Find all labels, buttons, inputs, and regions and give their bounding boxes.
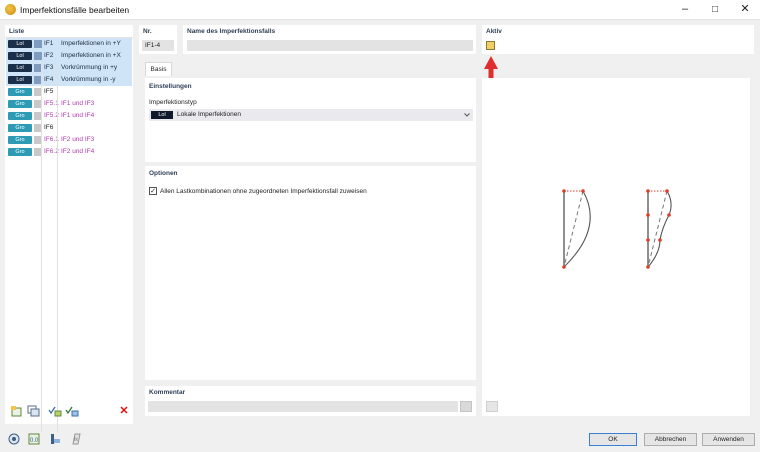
preview-panel [482,78,750,416]
units-icon[interactable]: 0.0 [28,433,40,445]
copy-item-icon[interactable] [27,405,41,417]
list-column-divider [41,62,42,432]
minimize-button[interactable]: – [670,0,700,20]
list-column-divider [57,62,58,432]
options-header: Optionen [149,170,178,177]
list-item[interactable]: Lol IF4 Vorkrümmung in -y [6,74,132,86]
list-item[interactable]: Gro IF5.2 IF1 und IF4 [6,110,132,122]
nr-label: Nr. [143,28,152,35]
imperfection-preview [562,189,672,269]
close-button[interactable]: ✕ [730,0,760,20]
imperfection-type-label: Imperfektionstyp [149,99,197,106]
list-item-tag: Gro [8,112,32,120]
window-title: Imperfektionsfälle bearbeiten [20,5,130,15]
aktiv-checkbox[interactable] [486,41,495,50]
cancel-button[interactable]: Abbrechen [644,433,697,446]
type-tag: Lol [151,111,173,119]
comment-library-icon[interactable] [460,401,472,412]
list-item[interactable]: Lol IF1 Imperfektionen in +Y [6,38,132,50]
list-header: Liste [9,28,25,35]
comment-panel: Kommentar [145,386,476,416]
list-item[interactable]: Gro IF6.1 IF2 und IF3 [6,134,132,146]
options-panel: Optionen ✓ Allen Lastkombinationen ohne … [145,166,476,380]
list-item-name: IF1 und IF4 [61,112,95,119]
model-icon[interactable] [49,433,61,445]
new-item-icon[interactable] [10,405,24,417]
list-item-name: IF2 und IF4 [61,148,95,155]
app-icon [5,4,16,15]
delete-icon[interactable]: ✕ [117,405,131,417]
svg-text:0.0: 0.0 [30,438,39,444]
list-item-tag: Lol [8,64,32,72]
chevron-down-icon [464,113,470,117]
list-item[interactable]: Lol IF3 Vorkrümmung in +y [6,62,132,74]
svg-text:fx: fx [74,437,78,443]
settings-panel: Einstellungen Imperfektionstyp Lol Lokal… [145,78,476,162]
type-value: Lokale Imperfektionen [177,111,241,118]
list-item-tag: Lol [8,52,32,60]
list-item-name: Vorkrümmung in -y [61,76,116,83]
aktiv-panel: Aktiv [482,25,754,54]
list-item-tag: Gro [8,100,32,108]
list-item-tag: Lol [8,76,32,84]
check-items-icon[interactable] [48,405,62,417]
list-item-number: IF5 [44,88,54,95]
name-panel: Name des Imperfektionsfalls [183,25,476,54]
list-item[interactable]: Gro IF5.1 IF1 und IF3 [6,98,132,110]
list-panel: Liste Lol IF1 Imperfektionen in +Y Lol IF2 Im… [5,25,133,432]
list-item-color-swatch [34,40,42,48]
maximize-button[interactable]: □ [700,0,730,20]
list-item-tag: Gro [8,148,32,156]
preview-settings-icon[interactable] [486,401,498,412]
list-item-name: Imperfektionen in +X [61,52,121,59]
list-item-tag: Gro [8,124,32,132]
name-label: Name des Imperfektionsfalls [187,28,276,35]
list-item[interactable]: Lol IF2 Imperfektionen in +X [6,50,132,62]
list-item-name: IF2 und IF3 [61,136,95,143]
list-item-number: IF4 [44,76,54,83]
list-item-tag: Lol [8,40,32,48]
list-item-name: Imperfektionen in +Y [61,40,121,47]
list-item-name: IF1 und IF3 [61,100,95,107]
aktiv-label: Aktiv [486,28,502,35]
apply-button[interactable]: Anwenden [702,433,755,446]
list-item[interactable]: Gro IF6.2 IF2 und IF4 [6,146,132,158]
list-item-number: IF2 [44,52,54,59]
help-icon[interactable] [8,433,20,445]
list-item-name: Vorkrümmung in +y [61,64,118,71]
assign-checkbox[interactable]: ✓ [149,187,157,195]
script-icon[interactable]: fx [70,433,82,445]
list-item-tag: Gro [8,136,32,144]
comment-input[interactable] [148,401,458,412]
ok-button[interactable]: OK [589,433,637,446]
list-item-tag: Gro [8,88,32,96]
list-item-number: IF6 [44,124,54,131]
filter-items-icon[interactable] [65,405,79,417]
title-bar: Imperfektionsfälle bearbeiten – □ ✕ [0,0,760,20]
comment-header: Kommentar [149,389,186,396]
list-item-number: IF1 [44,40,54,47]
nr-field[interactable]: IF1-4 [142,40,174,51]
list-item[interactable]: Gro IF6 [6,122,132,134]
settings-header: Einstellungen [149,83,192,90]
nr-panel: Nr. IF1-4 [139,25,177,54]
name-input[interactable] [187,40,473,51]
list-item-color-swatch [34,52,42,60]
imperfection-type-select[interactable]: Lol Lokale Imperfektionen [149,109,473,121]
tab-basis[interactable]: Basis [145,62,172,76]
list-item-number: IF3 [44,64,54,71]
list-item[interactable]: Gro IF5 [6,86,132,98]
assign-checkbox-label: Allen Lastkombinationen ohne zugeordnete… [160,188,367,195]
